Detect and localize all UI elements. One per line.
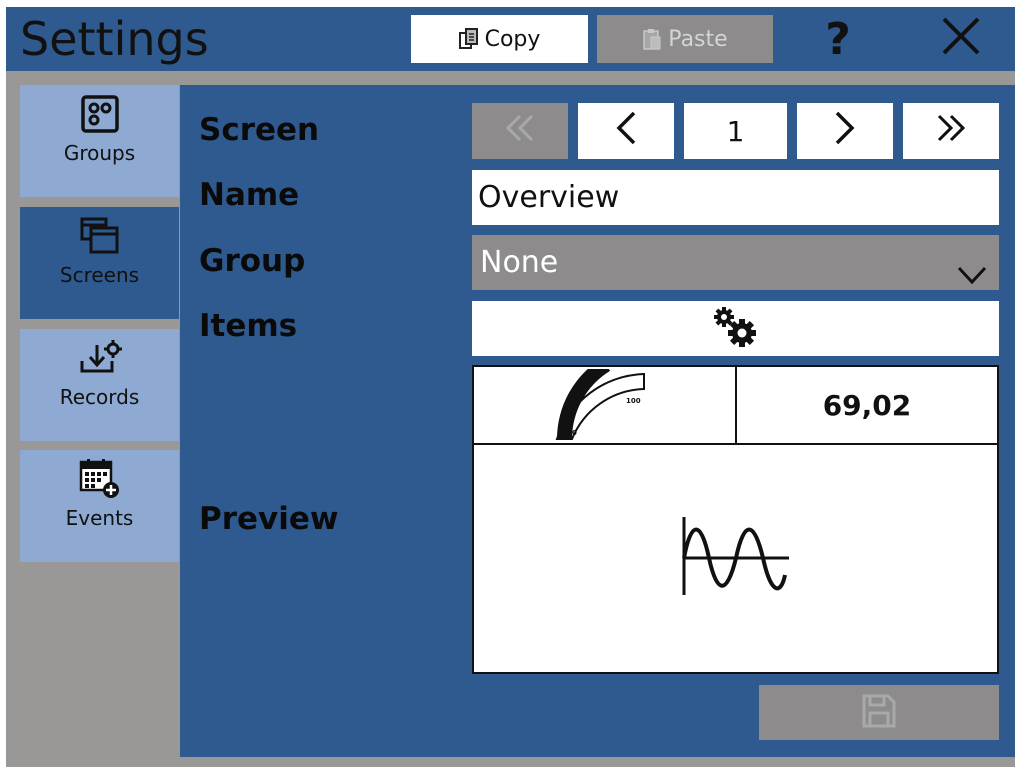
sidebar-item-screens[interactable]: Screens (20, 207, 179, 319)
items-settings-button[interactable] (472, 301, 999, 356)
copy-button[interactable]: Copy (411, 15, 588, 63)
screen-label: Screen (199, 112, 320, 148)
screen-preview: 0 100 69,02 (472, 365, 999, 674)
first-screen-button[interactable] (472, 103, 568, 159)
copy-label: Copy (484, 26, 541, 52)
gauge-widget: 0 100 (555, 369, 645, 440)
copy-icon (458, 28, 479, 50)
items-label: Items (199, 308, 298, 344)
records-icon (78, 335, 122, 381)
events-icon (79, 456, 121, 502)
title-bar: Settings Copy Paste ? (6, 7, 1015, 71)
sidebar-item-records[interactable]: Records (20, 329, 179, 441)
close-icon (941, 16, 981, 62)
group-selected-value: None (480, 245, 559, 280)
preview-value: 69,02 (822, 388, 912, 422)
help-button[interactable]: ? (798, 14, 878, 65)
double-chevron-right-icon (933, 113, 969, 150)
name-field[interactable]: Overview (472, 170, 999, 225)
sidebar-item-events[interactable]: Events (20, 450, 179, 562)
chevron-down-icon (957, 249, 987, 304)
double-chevron-left-icon (502, 113, 538, 150)
screen-number: 1 (684, 103, 787, 159)
window-title: Settings (20, 12, 209, 66)
sidebar-item-label: Events (65, 506, 134, 530)
gears-icon (710, 305, 762, 353)
name-label: Name (199, 177, 300, 213)
group-label: Group (199, 243, 306, 279)
previous-screen-button[interactable] (578, 103, 674, 159)
sidebar-item-groups[interactable]: Groups (20, 85, 179, 197)
save-icon (861, 693, 897, 733)
chevron-left-icon (614, 110, 638, 153)
trend-widget-icon (682, 517, 789, 595)
chevron-right-icon (833, 110, 857, 153)
sidebar-item-label: Screens (59, 263, 140, 287)
paste-label: Paste (668, 26, 728, 52)
settings-window: Settings Copy Paste ? Groups Screens Rec… (6, 7, 1015, 767)
gauge-max-label: 100 (626, 397, 641, 405)
sidebar-item-label: Records (59, 385, 140, 409)
sidebar-item-label: Groups (63, 141, 136, 165)
screens-icon (80, 213, 120, 259)
save-button[interactable] (759, 685, 999, 740)
paste-icon (642, 28, 662, 50)
gauge-min-label: 0 (572, 429, 577, 437)
group-select[interactable]: None (472, 235, 999, 290)
preview-label: Preview (199, 501, 339, 537)
paste-button[interactable]: Paste (597, 15, 773, 63)
close-button[interactable] (921, 15, 1001, 63)
last-screen-button[interactable] (903, 103, 999, 159)
next-screen-button[interactable] (797, 103, 893, 159)
screen-settings-panel: Screen Name Group Items Preview 1 Overvi… (180, 85, 1015, 757)
groups-icon (80, 91, 119, 137)
